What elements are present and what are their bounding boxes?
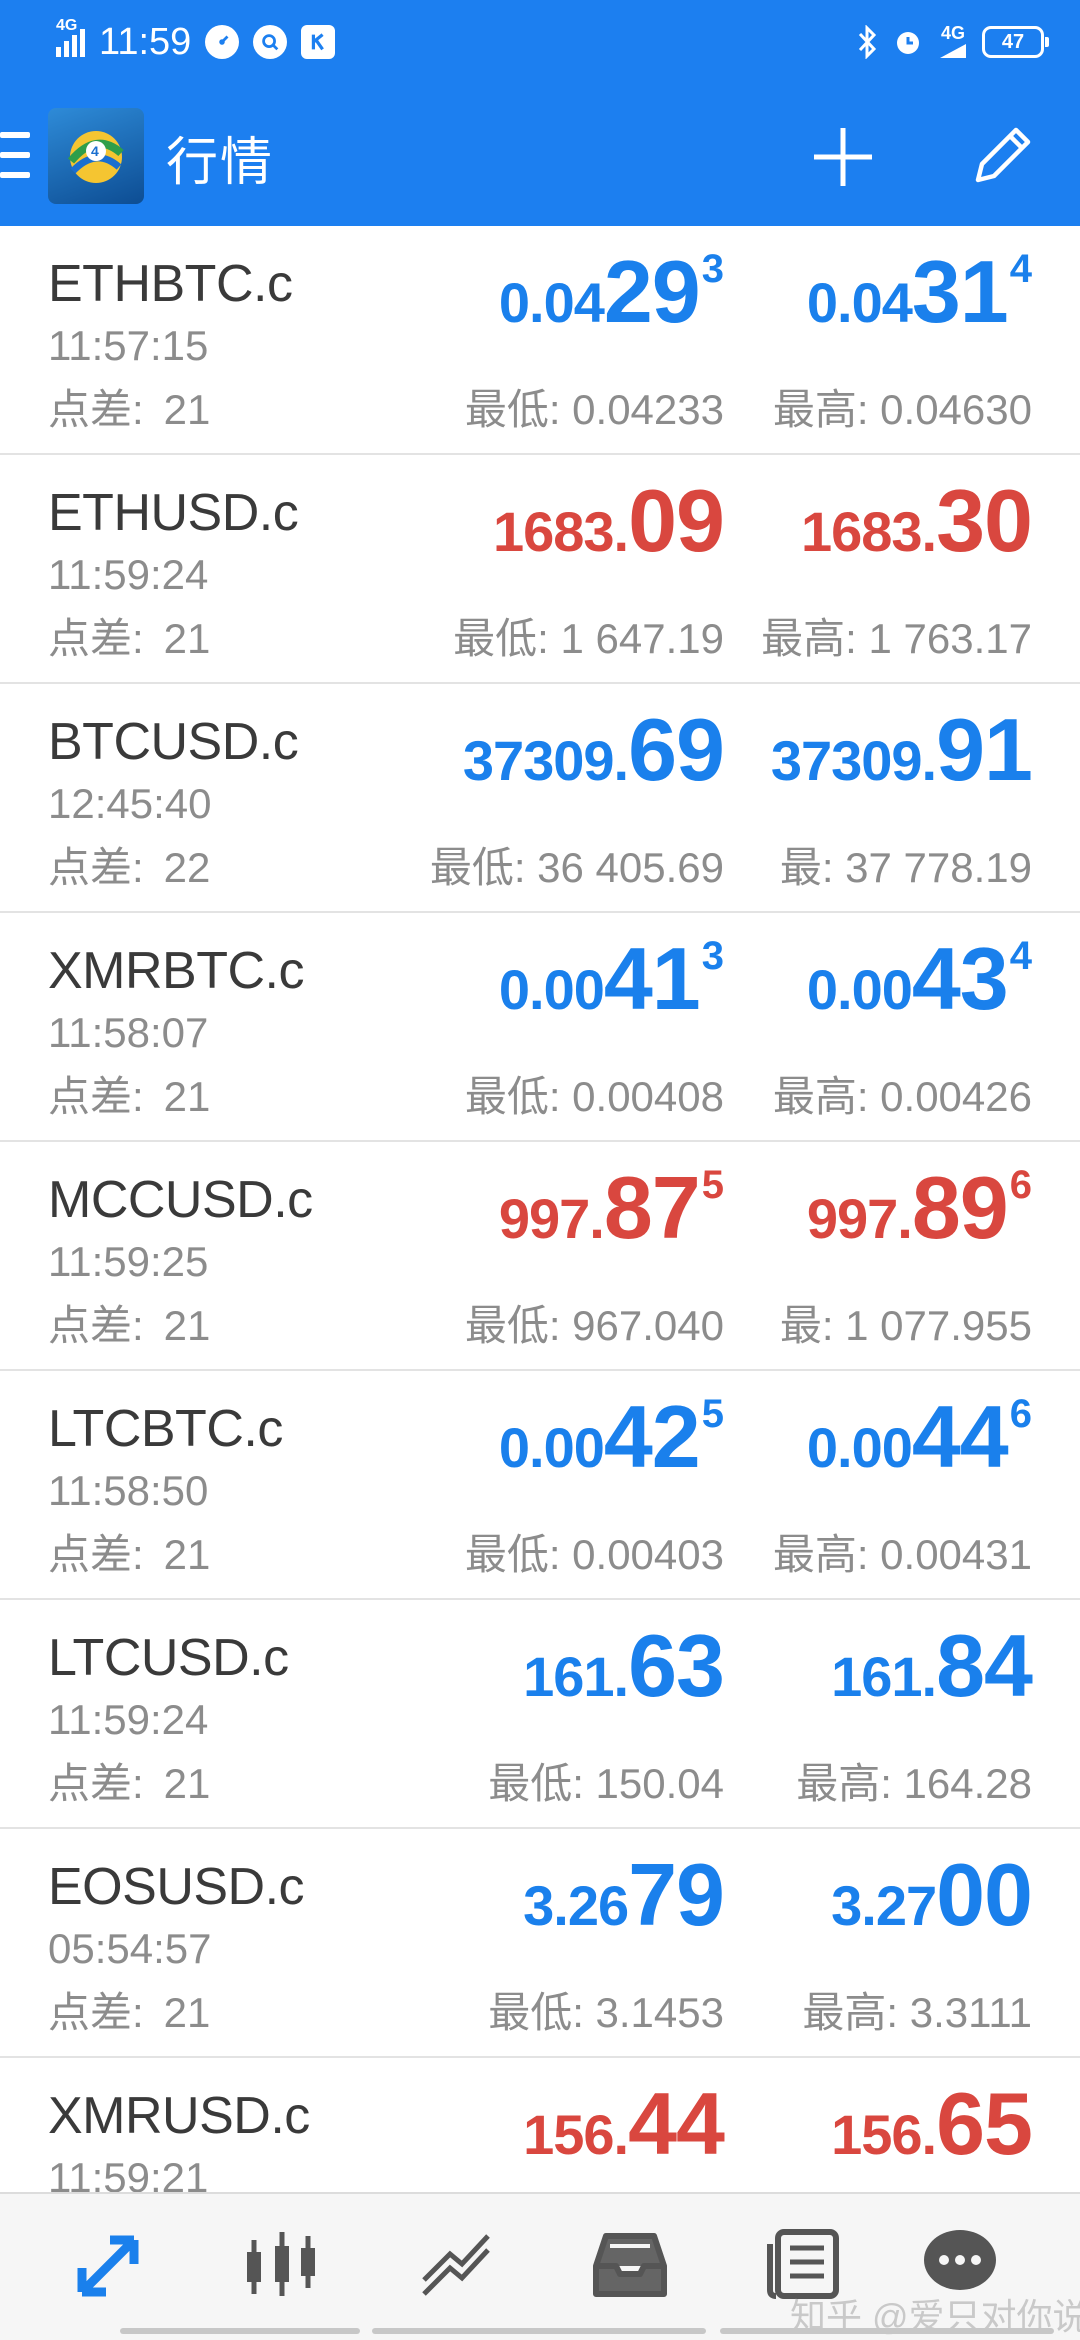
low-price: 最低: 0.00408 [464,1073,724,1120]
spread: 点差: 21 [48,1989,211,2036]
quote-time: 11:57:15 [48,322,209,369]
high-price: 最高: 1 763.17 [761,615,1032,662]
low-price: 最低: 967.040 [464,1302,724,1349]
ask-price: 37309.91 [770,700,1033,799]
spread: 点差: 21 [48,1760,211,1807]
quote-row[interactable]: MCCUSD.c 11:59:25 点差: 21 997.875 997.896 最低: 9… [0,1142,1080,1371]
symbol-name: ETHBTC.c [48,255,293,313]
quote-row[interactable]: ETHUSD.c 11:59:24 点差: 21 1683.09 1683.30 最低: 1… [0,455,1080,684]
page-title: 行情 [166,134,275,192]
ask-price: 161.84 [831,1616,1033,1715]
bid-price: 3.2679 [523,1845,725,1944]
status-bar: 4G 11:59 4G 47 [0,0,1080,84]
history-icon[interactable] [582,2222,678,2306]
nav-indicator [120,2328,360,2334]
quote-row[interactable]: EOSUSD.c 05:54:57 点差: 21 3.2679 3.2700 最低: 3.1… [0,1829,1080,2058]
signal-icon: 4G [56,18,85,57]
quote-time: 12:45:40 [48,780,212,827]
bid-price: 0.04293 [498,242,724,341]
trade-icon[interactable] [408,2222,504,2306]
bottom-navigation: 知乎 @爱只对你说 [0,2192,1080,2340]
high-price: 最高: 3.3111 [802,1989,1032,2036]
low-price: 最低: 36 405.69 [429,844,724,891]
symbol-name: LTCUSD.c [48,1629,289,1687]
quote-row[interactable]: XMRBTC.c 11:58:07 点差: 21 0.00413 0.00434 最低: 0… [0,913,1080,1142]
spread: 点差: 22 [48,844,211,891]
high-price: 最高: 0.00426 [772,1073,1032,1120]
clock: 11:59 [99,20,192,63]
nav-indicator [372,2328,706,2334]
bid-price: 37309.69 [462,700,725,799]
quote-row[interactable]: LTCUSD.c 11:59:24 点差: 21 161.63 161.84 最低: 150… [0,1600,1080,1829]
high-price: 最高: 0.04630 [772,386,1032,433]
quote-time: 11:58:50 [48,1467,209,1514]
bid-price: 0.00425 [498,1387,724,1486]
spread: 点差: 21 [48,615,211,662]
quote-row[interactable]: LTCBTC.c 11:58:50 点差: 21 0.00425 0.00446 最低: 0… [0,1371,1080,1600]
spread: 点差: 21 [48,1531,211,1578]
ask-price: 0.04314 [806,242,1032,341]
symbol-name: BTCUSD.c [48,713,299,771]
spread: 点差: 21 [48,1302,211,1349]
spread: 点差: 21 [48,386,211,433]
low-price: 最低: 0.00403 [464,1531,724,1578]
high-price: 最高: 0.00431 [772,1531,1032,1578]
bid-price: 997.875 [498,1158,724,1257]
svg-text:4: 4 [91,143,99,159]
symbol-name: XMRBTC.c [48,942,305,1000]
symbol-name: ETHUSD.c [48,484,299,542]
app-logo: 4 [48,108,144,204]
ask-price: 0.00446 [806,1387,1032,1486]
low-price: 最低: 150.04 [488,1760,724,1807]
ask-price: 1683.30 [800,471,1033,570]
symbol-name: XMRUSD.c [48,2087,310,2145]
speed-icon [205,25,240,59]
ask-price: 3.2700 [831,1845,1033,1944]
mobile-data-icon: 4G [938,24,968,60]
bid-price: 156.44 [523,2074,725,2173]
symbol-name: MCCUSD.c [48,1171,313,1229]
low-price: 最低: 1 647.19 [453,615,724,662]
ask-price: 0.00434 [806,929,1032,1028]
app-bar: 4 行情 [0,84,1080,226]
bid-price: 0.00413 [498,929,724,1028]
menu-icon[interactable] [0,132,34,178]
edit-button[interactable] [968,120,1038,190]
ask-price: 156.65 [831,2074,1033,2173]
high-price: 最: 37 778.19 [779,844,1032,891]
quote-row[interactable]: ETHBTC.c 11:57:15 点差: 21 0.04293 0.04314 最低: 0… [0,226,1080,455]
low-price: 最低: 0.04233 [464,386,724,433]
quote-time: 11:58:07 [48,1009,209,1056]
spread: 点差: 21 [48,1073,211,1120]
search-app-icon [253,25,288,59]
battery-indicator: 47 [982,26,1049,58]
alarm-icon [897,32,919,54]
symbol-name: LTCBTC.c [48,1400,283,1458]
symbol-name: EOSUSD.c [48,1858,305,1916]
quote-time: 11:59:24 [48,551,209,598]
high-price: 最高: 164.28 [796,1760,1032,1807]
add-symbol-button[interactable] [808,122,878,192]
k-app-icon [301,25,336,59]
nav-indicator [720,2328,1054,2334]
high-price: 最: 1 077.955 [779,1302,1032,1349]
quote-row[interactable]: XMRUSD.c11:59:21点差:21156.44156.65 [0,2058,1080,2193]
bid-price: 1683.09 [492,471,725,570]
chart-icon[interactable] [234,2222,330,2306]
network-type: 4G [56,17,78,34]
bid-price: 161.63 [523,1616,725,1715]
bluetooth-icon [858,25,877,59]
quote-row[interactable]: BTCUSD.c 12:45:40 点差: 22 37309.69 37309.91 最低:… [0,684,1080,913]
quotes-list[interactable]: ETHBTC.c 11:57:15 点差: 21 0.04293 0.04314 最低: 0… [0,226,1080,2192]
quote-time: 11:59:24 [48,1696,209,1743]
quotes-icon[interactable] [60,2222,156,2306]
quote-time: 11:59:21 [48,2154,209,2192]
low-price: 最低: 3.1453 [488,1989,724,2036]
quote-time: 05:54:57 [48,1925,212,1972]
quote-time: 11:59:25 [48,1238,209,1285]
ask-price: 997.896 [806,1158,1032,1257]
